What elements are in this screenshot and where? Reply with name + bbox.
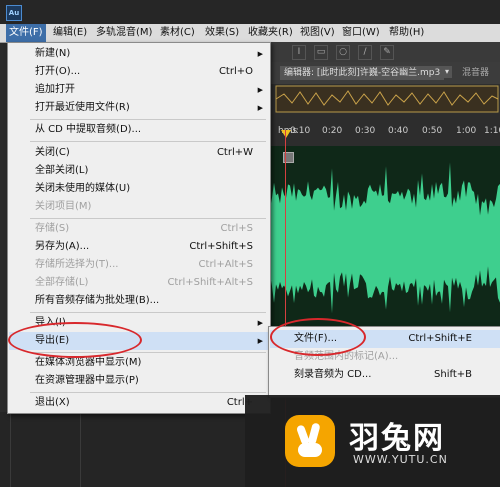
menu-item-new[interactable]: 新建(N) ▶ [9, 45, 269, 63]
watermark-name: 羽兔网 [349, 421, 445, 456]
brush-icon[interactable]: / [358, 45, 372, 60]
editor-panel-header: 编辑器: [此时此刻]许巍-空谷幽兰.mp3 ▾ 混音器 [270, 62, 500, 84]
watermark-url: WWW.YUTU.CN [353, 453, 448, 466]
menu-favorites[interactable]: 收藏夹(R) [245, 24, 296, 42]
menu-edit[interactable]: 编辑(E) [50, 24, 90, 42]
menu-separator [30, 141, 266, 142]
tab-mixer[interactable]: 混音器 [462, 66, 489, 80]
menu-separator [30, 218, 266, 219]
submenu-arrow-icon: ▶ [257, 104, 263, 112]
menu-separator [30, 312, 266, 313]
menu-item-save-as[interactable]: 另存为(A)... Ctrl+Shift+S [9, 238, 269, 256]
menu-item-save-selection[interactable]: 存储所选择为(T)... Ctrl+Alt+S [9, 256, 269, 274]
menu-item-close[interactable]: 关闭(C) Ctrl+W [9, 144, 269, 162]
chevron-down-icon[interactable]: ▾ [442, 66, 452, 78]
waveform-path [270, 162, 500, 314]
menu-clip[interactable]: 素材(C) [157, 24, 198, 42]
title-bar: Au [0, 0, 500, 24]
ruler-tick: 0:30 [355, 126, 376, 136]
ruler-tick: 1:00 [456, 126, 477, 136]
lasso-icon[interactable]: ○ [336, 45, 350, 60]
menu-item-close-all[interactable]: 全部关闭(L) [9, 162, 269, 180]
menu-file[interactable]: 文件(F) [6, 24, 46, 42]
ruler-tick: 0:40 [388, 126, 409, 136]
app-logo-icon: Au [6, 5, 22, 21]
menu-item-close-project[interactable]: 关闭项目(M) [9, 198, 269, 216]
bottom-left-panel [0, 412, 245, 487]
time-ruler[interactable]: hms 0:10 0:20 0:30 0:40 0:50 1:00 1:10 [270, 114, 500, 147]
menu-effects[interactable]: 效果(S) [202, 24, 242, 42]
menu-item-reveal-media-browser[interactable]: 在媒体浏览器中显示(M) [9, 354, 269, 372]
menu-item-batch-save[interactable]: 所有音频存储为批处理(B)... [9, 292, 269, 310]
submenu-item-burn-cd[interactable]: 刻录音频为 CD... Shift+B [270, 366, 500, 384]
annotation-circle-file [270, 318, 366, 356]
tool-bar: I ▭ ○ / ✎ [270, 42, 500, 62]
menu-multitrack[interactable]: 多轨混音(M) [93, 24, 155, 42]
menu-help[interactable]: 帮助(H) [386, 24, 427, 42]
menu-item-reveal-explorer[interactable]: 在资源管理器中显示(P) [9, 372, 269, 390]
submenu-arrow-icon: ▶ [257, 50, 263, 58]
submenu-arrow-icon: ▶ [257, 337, 263, 345]
ruler-tick: 0:50 [422, 126, 443, 136]
menu-item-open-append[interactable]: 追加打开 ▶ [9, 81, 269, 99]
submenu-arrow-icon: ▶ [257, 86, 263, 94]
menu-separator [30, 392, 266, 393]
file-menu: 新建(N) ▶ 打开(O)... Ctrl+O 追加打开 ▶ 打开最近使用文件(… [7, 42, 271, 414]
heal-icon[interactable]: ✎ [380, 45, 394, 60]
overview-svg [275, 85, 499, 113]
annotation-circle-export [8, 322, 142, 358]
menu-separator [30, 119, 266, 120]
editor-title[interactable]: 编辑器: [此时此刻]许巍-空谷幽兰.mp3 [280, 66, 445, 80]
menu-window[interactable]: 窗口(W) [339, 24, 383, 42]
text-cursor-icon[interactable]: I [292, 45, 306, 60]
ruler-tick: 0:20 [322, 126, 343, 136]
menu-bar: 文件(F) 编辑(E) 多轨混音(M) 素材(C) 效果(S) 收藏夹(R) 视… [0, 24, 500, 43]
ruler-tick: 0:10 [290, 126, 311, 136]
watermark: 羽兔网 WWW.YUTU.CN [245, 395, 500, 487]
menu-item-exit[interactable]: 退出(X) Ctrl+ [9, 394, 269, 412]
menu-item-save[interactable]: 存储(S) Ctrl+S [9, 220, 269, 238]
rabbit-logo-icon [285, 415, 335, 467]
playhead-icon[interactable] [281, 130, 291, 138]
waveform-overview[interactable] [270, 84, 500, 114]
submenu-arrow-icon: ▶ [257, 319, 263, 327]
menu-item-close-unused[interactable]: 关闭未使用的媒体(U) [9, 180, 269, 198]
menu-view[interactable]: 视图(V) [297, 24, 338, 42]
menu-item-open-recent[interactable]: 打开最近使用文件(R) ▶ [9, 99, 269, 117]
menu-item-save-all[interactable]: 全部存储(L) Ctrl+Shift+Alt+S [9, 274, 269, 292]
ruler-tick: 1:10 [484, 126, 500, 136]
menu-item-open[interactable]: 打开(O)... Ctrl+O [9, 63, 269, 81]
marquee-icon[interactable]: ▭ [314, 45, 328, 60]
menu-item-extract-cd[interactable]: 从 CD 中提取音频(D)... [9, 121, 269, 139]
